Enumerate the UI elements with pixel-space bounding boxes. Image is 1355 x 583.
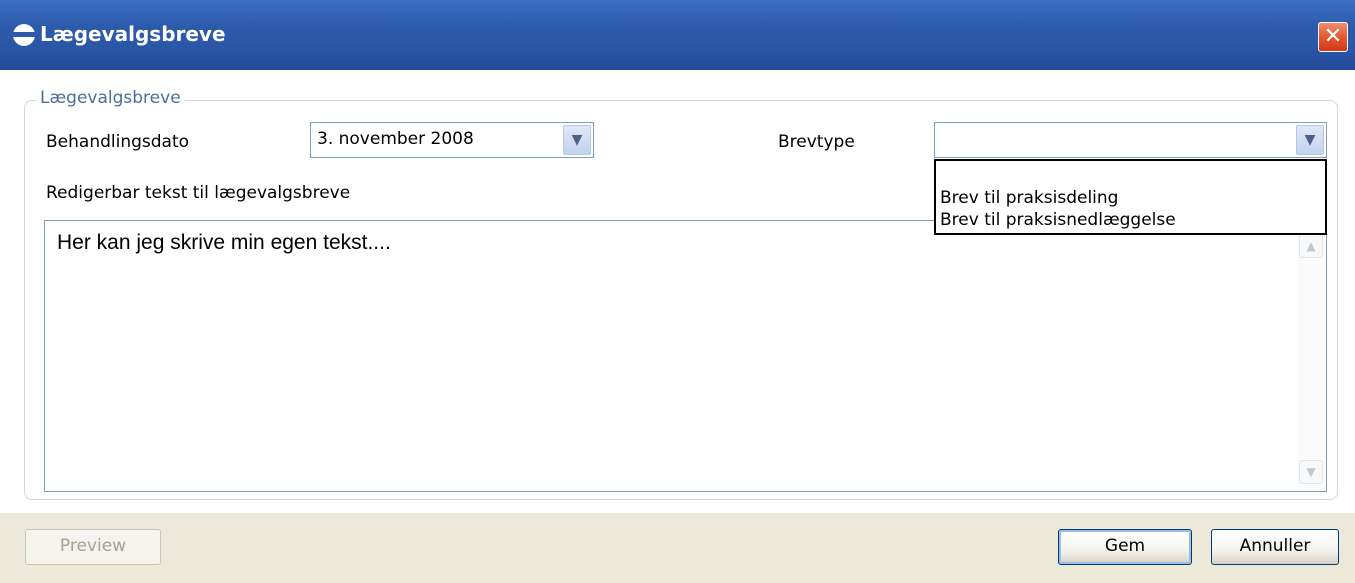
- window-title: Lægevalgsbreve: [40, 22, 226, 46]
- dropdown-option-praksisnedlaeggelse[interactable]: Brev til praksisnedlæggelse: [938, 209, 1324, 231]
- save-button[interactable]: Gem: [1058, 529, 1192, 565]
- chevron-down-icon[interactable]: ▼: [1296, 125, 1324, 155]
- dialog-window: Lægevalgsbreve ✕ Lægevalgsbreve Behandli…: [0, 0, 1355, 583]
- button-bar: Preview Gem Annuller: [0, 513, 1355, 583]
- scroll-up-icon[interactable]: ▲: [1299, 234, 1323, 258]
- dropdown-option-empty[interactable]: [938, 161, 1324, 183]
- dropdown-option-praksisdeling[interactable]: Brev til praksisdeling: [938, 187, 1324, 209]
- letter-text: Her kan jeg skrive min egen tekst....: [57, 231, 391, 254]
- close-icon: ✕: [1323, 24, 1343, 49]
- date-dropdown[interactable]: 3. november 2008 ▼: [310, 122, 594, 158]
- date-label: Behandlingsdato: [46, 132, 190, 152]
- brevtype-dropdown[interactable]: ▼: [934, 122, 1327, 158]
- close-button[interactable]: ✕: [1318, 22, 1348, 52]
- text-label: Redigerbar tekst til lægevalgsbreve: [46, 183, 351, 203]
- vertical-scrollbar[interactable]: ▲ ▼: [1297, 222, 1325, 490]
- dialog-content: Lægevalgsbreve Behandlingsdato 3. novemb…: [0, 70, 1355, 513]
- letter-text-area[interactable]: Her kan jeg skrive min egen tekst.... ▲ …: [44, 220, 1327, 492]
- title-bar[interactable]: Lægevalgsbreve ✕: [0, 0, 1355, 70]
- group-legend: Lægevalgsbreve: [36, 88, 185, 108]
- chevron-down-icon[interactable]: ▼: [563, 125, 591, 155]
- scroll-down-icon[interactable]: ▼: [1299, 460, 1323, 484]
- date-value: 3. november 2008: [317, 129, 474, 149]
- preview-button[interactable]: Preview: [25, 529, 161, 565]
- app-logo-icon: [13, 24, 35, 46]
- brevtype-label: Brevtype: [778, 132, 855, 152]
- cancel-button[interactable]: Annuller: [1211, 529, 1339, 565]
- brevtype-dropdown-list: Brev til praksisdeling Brev til praksisn…: [934, 159, 1327, 235]
